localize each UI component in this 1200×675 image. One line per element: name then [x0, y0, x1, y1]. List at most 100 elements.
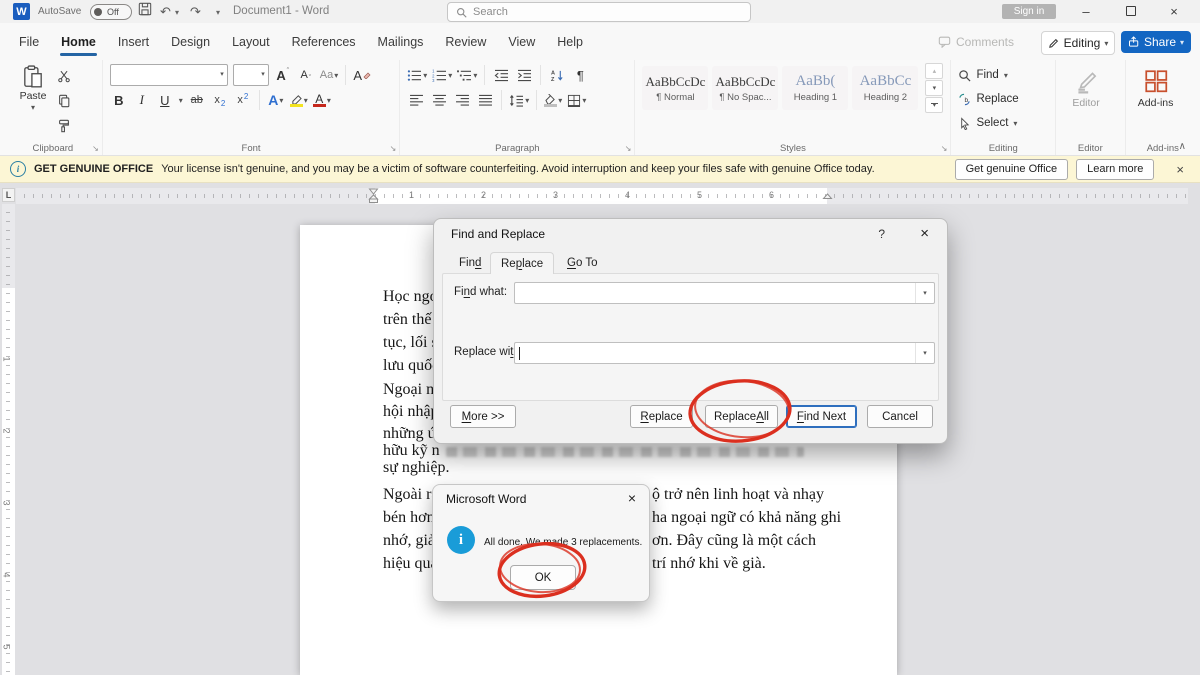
ok-button[interactable]: OK: [510, 565, 576, 590]
align-left-icon[interactable]: [407, 89, 425, 111]
share-button[interactable]: Share ▾: [1121, 31, 1191, 53]
dialog-launcher-icon[interactable]: ↘: [390, 144, 397, 153]
undo-icon[interactable]: ↶: [160, 2, 171, 21]
shrink-font-icon[interactable]: Aˇ: [297, 64, 315, 86]
tab-stop-selector[interactable]: L: [2, 188, 15, 202]
get-genuine-office-button[interactable]: Get genuine Office: [955, 159, 1069, 180]
save-icon[interactable]: [138, 2, 152, 16]
underline-chevron-icon[interactable]: ▾: [179, 96, 183, 105]
underline-button[interactable]: U: [156, 89, 174, 111]
decrease-indent-icon[interactable]: [492, 64, 510, 86]
tab-home[interactable]: Home: [50, 30, 107, 54]
editor-button[interactable]: Editor: [1063, 63, 1109, 109]
highlight-button[interactable]: ▾: [290, 89, 308, 111]
tab-goto[interactable]: Go To: [557, 252, 607, 274]
borders-button[interactable]: ▾: [567, 89, 586, 111]
indent-marker-left[interactable]: [368, 188, 379, 204]
autosave-toggle[interactable]: Off: [90, 4, 132, 20]
dialog-launcher-icon[interactable]: ↘: [92, 144, 99, 153]
style-heading2[interactable]: AaBbCc Heading 2: [852, 66, 918, 110]
msgbox-close-icon[interactable]: ×: [628, 490, 636, 506]
font-name-combo[interactable]: ▾: [110, 64, 228, 86]
text-effects-button[interactable]: A▾: [267, 89, 285, 111]
minimize-button[interactable]: –: [1072, 0, 1100, 22]
clear-formatting-icon[interactable]: A: [353, 64, 371, 86]
subscript-button[interactable]: x2: [211, 89, 229, 111]
styles-gallery-expand-icon[interactable]: ▾: [925, 97, 943, 113]
pilcrow-button[interactable]: ¶: [571, 64, 589, 86]
style-normal[interactable]: AaBbCcDc ¶ Normal: [642, 66, 708, 110]
paste-button[interactable]: Paste ▾: [11, 63, 55, 137]
tab-design[interactable]: Design: [160, 30, 221, 54]
dialog-launcher-icon[interactable]: ↘: [941, 144, 948, 153]
qat-customize-icon[interactable]: ▾: [216, 2, 220, 23]
increase-indent-icon[interactable]: [515, 64, 533, 86]
font-color-button[interactable]: A▾: [313, 89, 331, 111]
search-input[interactable]: Search: [447, 2, 751, 22]
dialog-close-icon[interactable]: ×: [920, 225, 929, 242]
vertical-ruler[interactable]: 1 2 3 4 5: [2, 204, 15, 675]
select-button[interactable]: Select ▾: [958, 111, 1048, 135]
tab-file[interactable]: File: [8, 30, 50, 54]
numbering-button[interactable]: 123▾: [432, 64, 452, 86]
strikethrough-button[interactable]: ab: [188, 89, 206, 111]
line-spacing-button[interactable]: ▾: [509, 89, 529, 111]
chevron-down-icon[interactable]: ▾: [915, 283, 934, 303]
find-button[interactable]: Find ▾: [958, 63, 1048, 87]
tab-replace[interactable]: Replace: [490, 252, 554, 274]
justify-icon[interactable]: [476, 89, 494, 111]
tab-layout[interactable]: Layout: [221, 30, 281, 54]
chevron-down-icon[interactable]: ▾: [915, 343, 934, 363]
redo-icon[interactable]: ↷: [190, 2, 201, 21]
sign-in-button[interactable]: Sign in: [1002, 4, 1056, 19]
undo-chevron-icon[interactable]: ▾: [175, 2, 179, 23]
styles-scroll-up-icon[interactable]: ▴: [925, 63, 943, 79]
svg-text:3: 3: [432, 78, 435, 82]
shading-button[interactable]: ▾: [544, 89, 562, 111]
italic-button[interactable]: I: [133, 89, 151, 111]
replace-button[interactable]: b Replace: [958, 87, 1048, 111]
tab-references[interactable]: References: [281, 30, 367, 54]
change-case-button[interactable]: Aa▾: [320, 64, 338, 86]
tab-insert[interactable]: Insert: [107, 30, 160, 54]
more-button[interactable]: More >>: [450, 405, 516, 428]
copy-icon[interactable]: [55, 90, 73, 112]
tab-review[interactable]: Review: [434, 30, 497, 54]
banner-close-icon[interactable]: ×: [1176, 162, 1184, 177]
format-painter-icon[interactable]: [55, 115, 73, 137]
horizontal-ruler[interactable]: 1 2 3 4 5 6: [16, 188, 1188, 204]
bullets-button[interactable]: ▾: [407, 64, 427, 86]
styles-scroll-down-icon[interactable]: ▾: [925, 80, 943, 96]
multilevel-list-button[interactable]: ▾: [457, 64, 477, 86]
replace-all-button[interactable]: Replace All: [705, 405, 778, 428]
comments-button[interactable]: Comments: [938, 35, 1014, 49]
replace-button[interactable]: Replace: [630, 405, 693, 428]
align-right-icon[interactable]: [453, 89, 471, 111]
maximize-button[interactable]: [1117, 0, 1145, 22]
tab-view[interactable]: View: [497, 30, 546, 54]
bold-button[interactable]: B: [110, 89, 128, 111]
style-no-spacing[interactable]: AaBbCcDc ¶ No Spac...: [712, 66, 778, 110]
sort-icon[interactable]: AZ: [548, 64, 566, 86]
close-button[interactable]: ×: [1160, 0, 1188, 22]
addins-button[interactable]: Add-ins: [1133, 63, 1179, 109]
tab-help[interactable]: Help: [546, 30, 594, 54]
superscript-button[interactable]: x2: [234, 89, 252, 111]
help-button[interactable]: ?: [878, 227, 885, 241]
indent-marker-right[interactable]: [822, 193, 833, 202]
find-next-button[interactable]: Find Next: [786, 405, 857, 428]
find-what-input[interactable]: ▾: [514, 282, 935, 304]
tab-mailings[interactable]: Mailings: [367, 30, 435, 54]
collapse-ribbon-icon[interactable]: ∧: [1179, 141, 1186, 152]
dialog-launcher-icon[interactable]: ↘: [625, 144, 632, 153]
align-center-icon[interactable]: [430, 89, 448, 111]
style-heading1[interactable]: AaBb( Heading 1: [782, 66, 848, 110]
replace-with-input[interactable]: ▾: [514, 342, 935, 364]
font-size-combo[interactable]: ▾: [233, 64, 269, 86]
tab-find[interactable]: Find: [449, 252, 491, 274]
cancel-button[interactable]: Cancel: [867, 405, 933, 428]
learn-more-button[interactable]: Learn more: [1076, 159, 1154, 180]
editing-mode-button[interactable]: Editing ▾: [1041, 31, 1115, 55]
grow-font-icon[interactable]: Aˆ: [274, 64, 292, 86]
cut-icon[interactable]: [55, 65, 73, 87]
